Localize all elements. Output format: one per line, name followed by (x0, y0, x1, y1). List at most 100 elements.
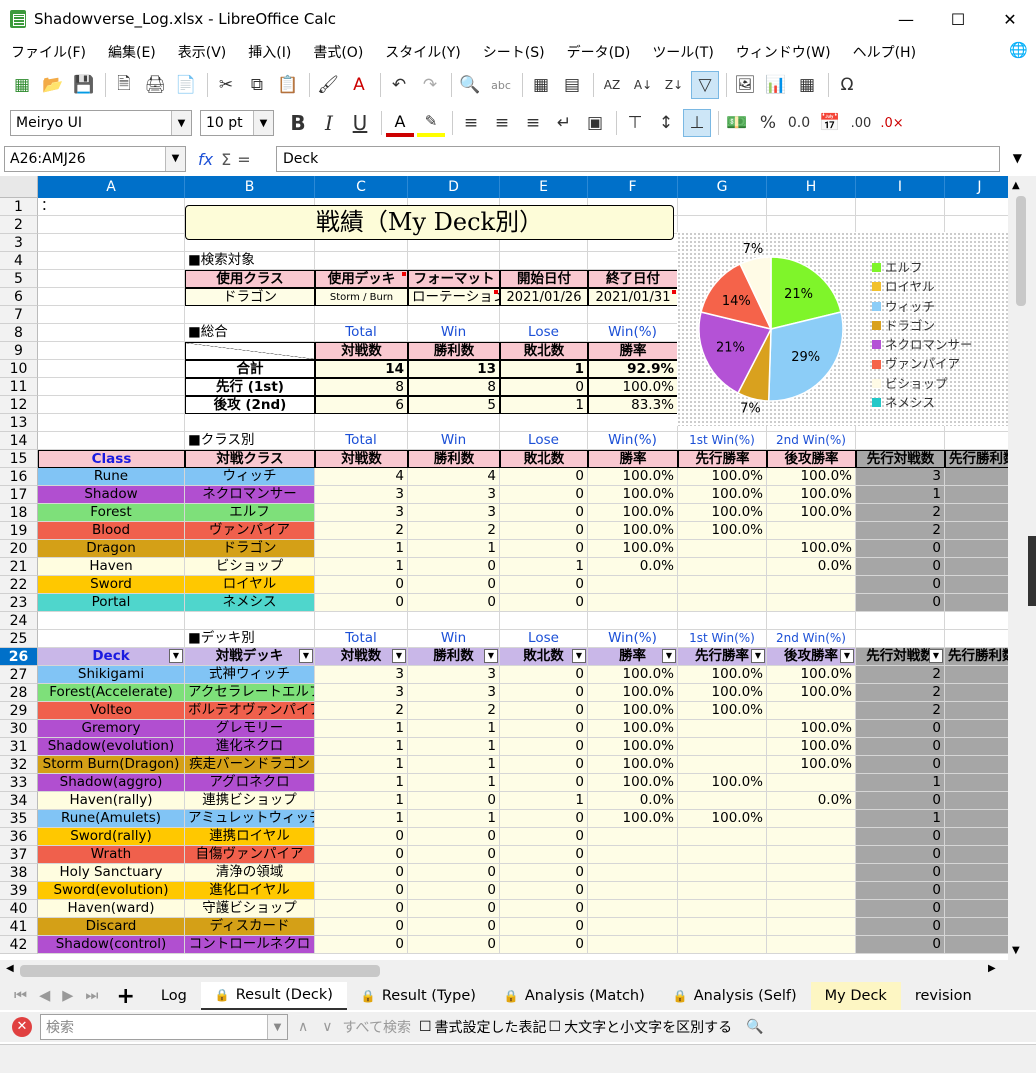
deck-stat[interactable]: 100.0% (767, 720, 856, 738)
deck-name[interactable]: Storm Burn(Dragon) (38, 756, 185, 774)
grid-cell[interactable] (38, 306, 185, 324)
english-header[interactable]: 2nd Win(%) (767, 432, 856, 450)
expand-formula-icon[interactable]: ▼ (1013, 151, 1022, 165)
deck-name[interactable]: Shadow(evolution) (38, 738, 185, 756)
highlight-icon[interactable]: ✎ (417, 109, 445, 137)
deck-header[interactable]: 先行対戦数 ▼ (856, 648, 945, 666)
row-header[interactable]: 41 (0, 918, 38, 936)
deck-first-count[interactable]: 0 (856, 882, 945, 900)
deck-stat[interactable] (678, 720, 767, 738)
deck-stat[interactable]: 0 (408, 900, 500, 918)
grid-cell[interactable] (500, 612, 588, 630)
class-header[interactable]: 先行勝利数 (945, 450, 1008, 468)
deck-stat[interactable]: 100.0% (588, 666, 678, 684)
deck-header[interactable]: 敗北数 ▼ (500, 648, 588, 666)
merge-cells-icon[interactable]: ▣ (581, 109, 609, 137)
row-header[interactable]: 25 (0, 630, 38, 648)
class-name[interactable]: Portal (38, 594, 185, 612)
opponent-deck[interactable]: 自傷ヴァンパイア (185, 846, 315, 864)
row-header[interactable]: 10 (0, 360, 38, 378)
column-header[interactable]: D (408, 176, 500, 198)
deck-stat[interactable]: 0 (500, 720, 588, 738)
lose-value[interactable]: 1 (500, 360, 588, 378)
class-stat[interactable]: 0 (315, 594, 408, 612)
deck-first-wins[interactable] (945, 864, 1008, 882)
class-stat[interactable] (588, 576, 678, 594)
deck-stat[interactable]: 1 (315, 810, 408, 828)
deck-first-count[interactable]: 0 (856, 720, 945, 738)
grid-cell[interactable] (38, 432, 185, 450)
deck-stat[interactable]: 0 (500, 900, 588, 918)
deck-stat[interactable]: 1 (315, 792, 408, 810)
opponent-deck[interactable]: 進化ロイヤル (185, 882, 315, 900)
sheet-tab[interactable]: 🔒 Result (Type) (347, 982, 490, 1010)
sidebar-handle[interactable] (1028, 536, 1036, 606)
class-header[interactable]: 勝利数 (408, 450, 500, 468)
name-box[interactable]: A26:AMJ26 ▼ (4, 146, 186, 172)
row-header[interactable]: 12 (0, 396, 38, 414)
class-stat[interactable] (767, 594, 856, 612)
row-header[interactable]: 34 (0, 792, 38, 810)
deck-stat[interactable]: 1 (408, 756, 500, 774)
opponent-deck[interactable]: ディスカード (185, 918, 315, 936)
deck-name[interactable]: Discard (38, 918, 185, 936)
english-header[interactable]: Win (408, 432, 500, 450)
row-header[interactable]: 5 (0, 270, 38, 288)
percent-icon[interactable]: % (754, 109, 782, 137)
search-header[interactable]: 使用クラス (185, 270, 315, 288)
search-value[interactable]: Storm / Burn (315, 288, 408, 306)
deck-stat[interactable]: 3 (315, 684, 408, 702)
deck-stat[interactable]: 3 (408, 684, 500, 702)
autofilter-dropdown-icon[interactable]: ▼ (392, 649, 406, 663)
deck-stat[interactable]: 0 (408, 846, 500, 864)
grid-cell[interactable] (408, 306, 500, 324)
total-row-label[interactable]: 後攻 (2nd) (185, 396, 315, 414)
deck-stat[interactable]: 0 (500, 666, 588, 684)
scroll-down-icon[interactable]: ▼ (1012, 945, 1020, 956)
opponent-deck[interactable]: 進化ネクロ (185, 738, 315, 756)
class-stat[interactable]: 3 (315, 486, 408, 504)
english-header[interactable]: Total (315, 630, 408, 648)
globe-icon[interactable]: 🌐 (1009, 41, 1028, 59)
chevron-down-icon[interactable]: ▼ (253, 111, 273, 135)
grid-cell[interactable] (767, 198, 856, 216)
deck-stat[interactable]: 0 (408, 882, 500, 900)
deck-stat[interactable]: 1 (315, 774, 408, 792)
deck-stat[interactable] (678, 738, 767, 756)
font-size-combo[interactable]: 10 pt ▼ (200, 110, 274, 136)
deck-stat[interactable] (678, 792, 767, 810)
horizontal-scrollbar[interactable]: ◀ ▶ (0, 960, 1036, 982)
class-first-wins[interactable] (945, 468, 1008, 486)
deck-stat[interactable]: 100.0% (767, 738, 856, 756)
deck-stat[interactable] (588, 846, 678, 864)
total-header[interactable]: 勝率 (588, 342, 678, 360)
grid-cell[interactable] (38, 234, 185, 252)
deck-header[interactable]: 対戦数 ▼ (315, 648, 408, 666)
sum-icon[interactable]: Σ (221, 150, 231, 169)
deck-first-wins[interactable] (945, 666, 1008, 684)
class-header[interactable]: 対戦数 (315, 450, 408, 468)
redo-icon[interactable]: ↷ (416, 71, 444, 99)
grid-cell[interactable] (678, 612, 767, 630)
minimize-button[interactable]: — (880, 0, 932, 38)
class-stat[interactable]: 4 (408, 468, 500, 486)
class-stat[interactable]: 100.0% (678, 522, 767, 540)
sheet-tab[interactable]: 🔒 Result (Deck) (200, 982, 347, 1010)
class-header[interactable]: 後攻勝率 (767, 450, 856, 468)
grid-cell[interactable] (38, 216, 185, 234)
deck-first-count[interactable]: 2 (856, 684, 945, 702)
formula-input[interactable]: Deck (276, 146, 1000, 172)
deck-stat[interactable]: 0 (500, 756, 588, 774)
class-stat[interactable]: 100.0% (678, 486, 767, 504)
class-stat[interactable]: 0 (408, 558, 500, 576)
deck-stat[interactable] (767, 936, 856, 954)
new-doc-icon[interactable]: ▦ (8, 71, 36, 99)
english-header[interactable]: Total (315, 324, 408, 342)
class-stat[interactable] (767, 522, 856, 540)
copy-icon[interactable]: ⧉ (243, 71, 271, 99)
find-next-icon[interactable]: ∨ (322, 1019, 332, 1035)
row-header[interactable]: 13 (0, 414, 38, 432)
section-label[interactable]: ■クラス別 (185, 432, 315, 450)
search-header[interactable]: 終了日付 (588, 270, 678, 288)
find-all-button[interactable]: すべて検索 (343, 1017, 411, 1037)
